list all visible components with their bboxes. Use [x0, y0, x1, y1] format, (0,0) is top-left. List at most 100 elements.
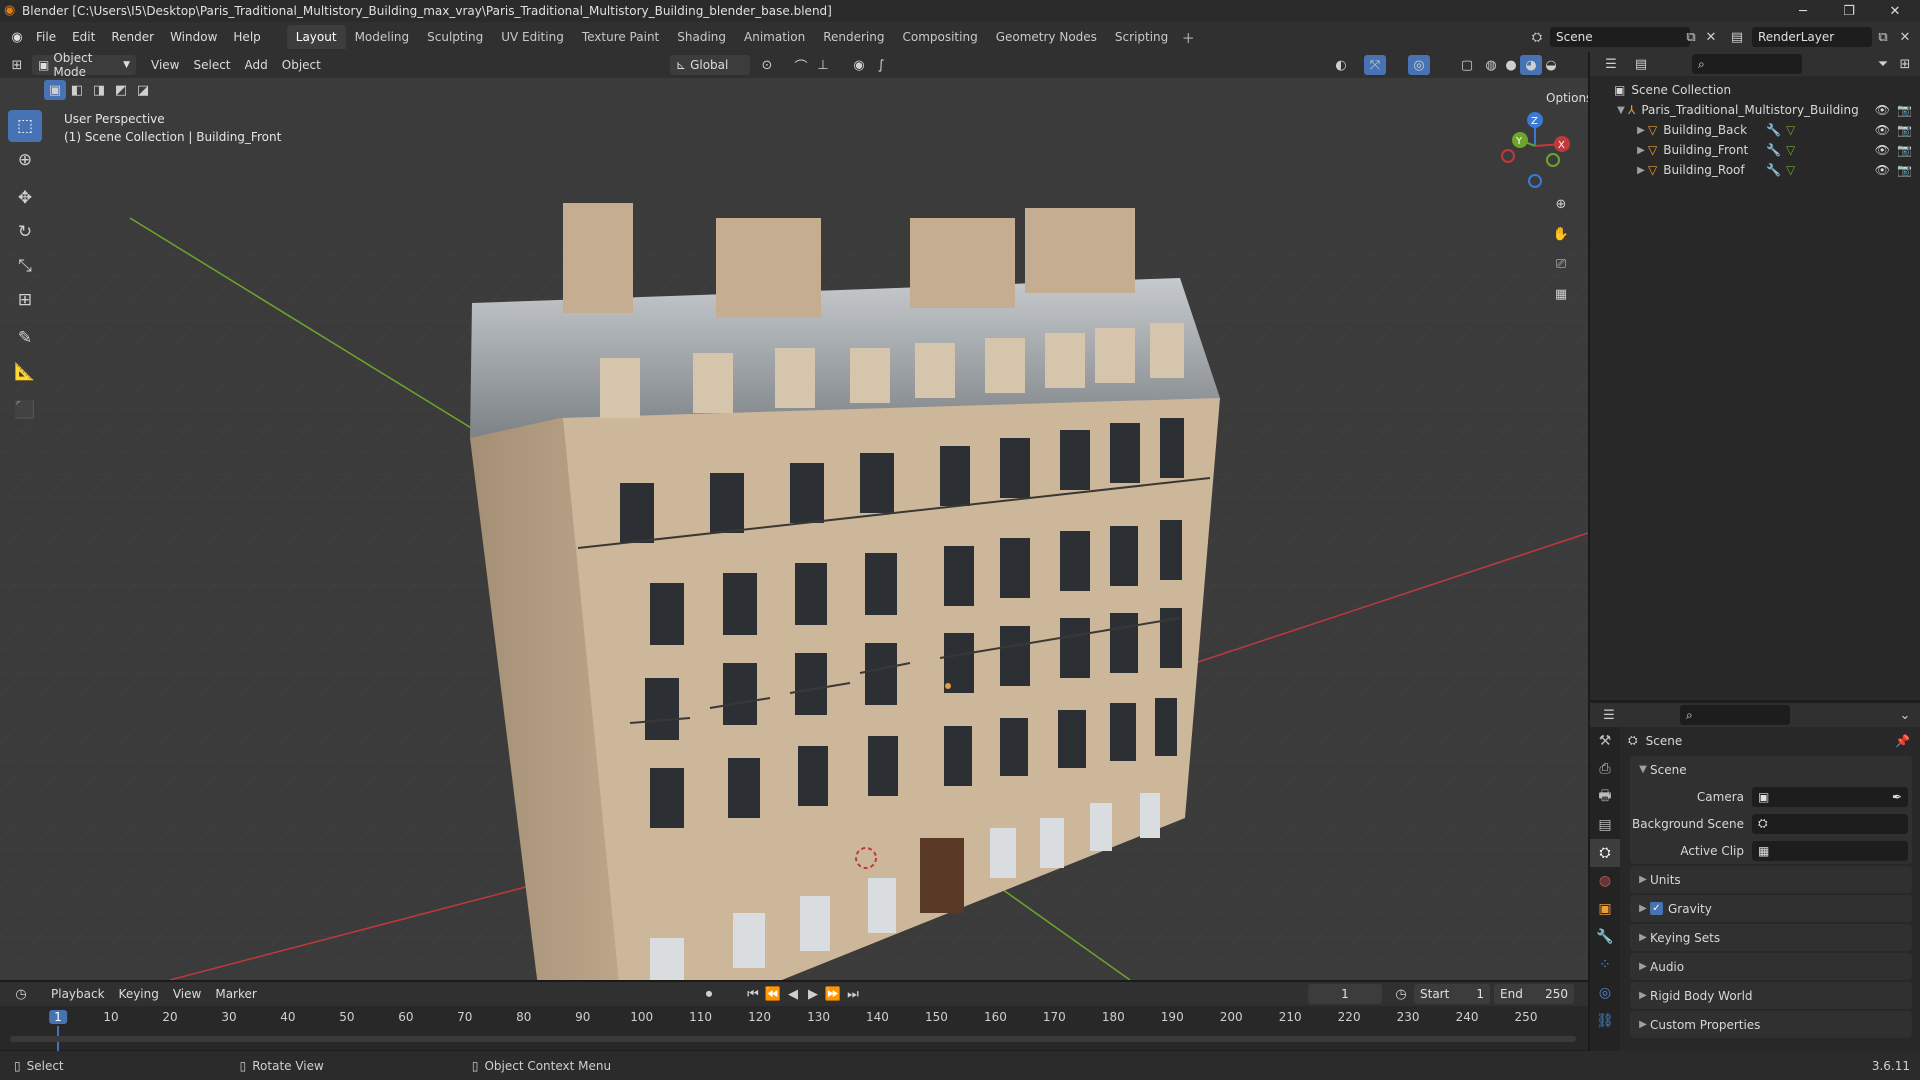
- tab-tool-icon[interactable]: ⚒: [1590, 727, 1620, 755]
- mesh-data-icon[interactable]: ▽: [1786, 143, 1795, 157]
- jump-start-icon[interactable]: ⏮: [742, 984, 764, 1004]
- tab-physics-icon[interactable]: ◎: [1590, 979, 1620, 1007]
- render-camera-icon[interactable]: 📷: [1897, 103, 1912, 117]
- outliner-row-scene-collection[interactable]: ▣ Scene Collection: [1590, 80, 1920, 100]
- gravity-section[interactable]: ▶ ✓ Gravity: [1630, 895, 1912, 922]
- tab-modeling[interactable]: Modeling: [346, 25, 419, 49]
- record-icon[interactable]: ⏺: [698, 984, 720, 1004]
- add-workspace-icon[interactable]: ＋: [1177, 27, 1199, 47]
- clock-icon[interactable]: ◷: [1390, 984, 1412, 1004]
- modifier-wrench-icon[interactable]: 🔧: [1766, 143, 1781, 157]
- pin-icon[interactable]: 📌: [1895, 734, 1910, 748]
- minimize-button[interactable]: ─: [1780, 0, 1826, 22]
- tab-modifier-icon[interactable]: 🔧: [1590, 923, 1620, 951]
- tab-scene-icon[interactable]: ⛭: [1590, 839, 1620, 867]
- transform-tool-icon[interactable]: ⊞: [8, 284, 42, 316]
- expand-chevron-icon[interactable]: ▶: [1634, 125, 1648, 136]
- menu-object[interactable]: Object: [275, 58, 328, 72]
- options-dropdown[interactable]: Options: [1538, 88, 1588, 108]
- properties-search-input[interactable]: ⌕: [1680, 705, 1790, 725]
- next-keyframe-icon[interactable]: ⏩: [822, 984, 844, 1004]
- background-scene-field[interactable]: ⛭: [1752, 813, 1908, 834]
- tab-compositing[interactable]: Compositing: [893, 25, 986, 49]
- render-camera-icon[interactable]: 📷: [1897, 143, 1912, 157]
- new-scene-icon[interactable]: ⧉: [1680, 27, 1702, 47]
- move-tool-icon[interactable]: ✥: [8, 182, 42, 214]
- building-door[interactable]: [920, 838, 964, 913]
- chevron-down-icon[interactable]: ⌄: [1894, 705, 1916, 725]
- tab-view-layer-icon[interactable]: ▤: [1590, 811, 1620, 839]
- outliner-editor-icon[interactable]: ☰: [1600, 54, 1622, 74]
- tab-particles-icon[interactable]: ⁘: [1590, 951, 1620, 979]
- eyedropper-icon[interactable]: ✒: [1892, 790, 1902, 804]
- select-new-icon[interactable]: ▣: [44, 80, 66, 100]
- new-view-layer-icon[interactable]: ⧉: [1872, 27, 1894, 47]
- play-icon[interactable]: ▶: [802, 984, 824, 1004]
- tab-scripting[interactable]: Scripting: [1106, 25, 1177, 49]
- annotate-tool-icon[interactable]: ✎: [8, 322, 42, 354]
- snap-target-icon[interactable]: ⊥: [812, 55, 834, 75]
- tab-render-icon[interactable]: ⎙: [1590, 755, 1620, 783]
- mode-dropdown[interactable]: ▣ Object Mode ▼: [32, 51, 136, 79]
- pan-hand-icon[interactable]: ✋: [1550, 224, 1572, 244]
- menu-playback[interactable]: Playback: [44, 987, 112, 1001]
- gravity-checkbox[interactable]: ✓: [1650, 902, 1663, 915]
- keying-sets-section[interactable]: ▶ Keying Sets: [1630, 924, 1912, 951]
- select-box-tool-icon[interactable]: ⬚: [8, 110, 42, 142]
- camera-field[interactable]: ▣ ✒: [1752, 786, 1908, 807]
- select-subtract-icon[interactable]: ◨: [88, 80, 110, 100]
- scene-subpanel-header[interactable]: ▼ Scene: [1630, 756, 1912, 783]
- tab-world-icon[interactable]: ◍: [1590, 867, 1620, 895]
- properties-editor-icon[interactable]: ☰: [1598, 705, 1620, 725]
- expand-chevron-icon[interactable]: ▶: [1634, 145, 1648, 156]
- expand-chevron-icon[interactable]: ▶: [1634, 165, 1648, 176]
- rendered-shading-icon[interactable]: ◒: [1540, 55, 1562, 75]
- filter-icon[interactable]: ⏷: [1872, 54, 1894, 74]
- editor-type-icon[interactable]: ⊞: [6, 55, 28, 75]
- modifier-wrench-icon[interactable]: 🔧: [1766, 123, 1781, 137]
- tab-uv-editing[interactable]: UV Editing: [492, 25, 573, 49]
- outliner-row-collection[interactable]: ▼ ⅄ Paris_Traditional_Multistory_Buildin…: [1590, 100, 1920, 120]
- visibility-eye-icon[interactable]: 👁: [1875, 143, 1890, 157]
- tab-constraints-icon[interactable]: ⛓: [1590, 1007, 1620, 1035]
- xray-icon[interactable]: ▢: [1456, 55, 1478, 75]
- scale-tool-icon[interactable]: ⤡: [8, 250, 42, 282]
- menu-file[interactable]: File: [28, 25, 64, 49]
- zoom-icon[interactable]: ⊕: [1550, 194, 1572, 214]
- outliner-row-building-roof[interactable]: ▶ ▽ Building_Roof 🔧 ▽ 👁 📷: [1590, 160, 1920, 180]
- tab-layout[interactable]: Layout: [286, 25, 346, 49]
- jump-end-icon[interactable]: ⏭: [842, 984, 864, 1004]
- render-camera-icon[interactable]: 📷: [1897, 163, 1912, 177]
- modifier-wrench-icon[interactable]: 🔧: [1766, 163, 1781, 177]
- view-layer-icon[interactable]: ▤: [1726, 27, 1748, 47]
- visibility-eye-icon[interactable]: 👁: [1875, 103, 1890, 117]
- falloff-icon[interactable]: ∫: [870, 55, 892, 75]
- frame-ruler[interactable]: 1 10 20 30 40 50 60 70 80 90 100 110 120 130 140 150 160…: [0, 1006, 1588, 1052]
- 3d-viewport[interactable]: Z X Y Options ⊕ ✋ ⎚ ▦: [0, 78, 1588, 980]
- menu-marker[interactable]: Marker: [208, 987, 263, 1001]
- renderlayer-field[interactable]: RenderLayer: [1752, 27, 1872, 47]
- timeline-scrollbar[interactable]: [10, 1036, 1576, 1042]
- tab-shading[interactable]: Shading: [668, 25, 735, 49]
- menu-timeline-view[interactable]: View: [166, 987, 208, 1001]
- menu-select[interactable]: Select: [186, 58, 237, 72]
- mesh-data-icon[interactable]: ▽: [1786, 163, 1795, 177]
- render-camera-icon[interactable]: 📷: [1897, 123, 1912, 137]
- timeline-editor-icon[interactable]: ◷: [10, 984, 32, 1004]
- expand-chevron-icon[interactable]: ▼: [1614, 105, 1628, 116]
- active-clip-field[interactable]: ▦: [1752, 840, 1908, 861]
- select-extend-icon[interactable]: ◧: [66, 80, 88, 100]
- menu-help[interactable]: Help: [225, 25, 268, 49]
- perspective-toggle-icon[interactable]: ▦: [1550, 284, 1572, 304]
- prev-keyframe-icon[interactable]: ⏪: [762, 984, 784, 1004]
- overlays-toggle-icon[interactable]: ◎: [1408, 55, 1430, 75]
- start-frame-field[interactable]: Start 1: [1414, 984, 1490, 1004]
- tab-geometry-nodes[interactable]: Geometry Nodes: [987, 25, 1106, 49]
- select-intersect-icon[interactable]: ◩: [110, 80, 132, 100]
- visibility-icon[interactable]: ◐: [1330, 55, 1352, 75]
- measure-tool-icon[interactable]: 📐: [8, 356, 42, 388]
- menu-render[interactable]: Render: [103, 25, 162, 49]
- cursor-tool-icon[interactable]: ⊕: [8, 144, 42, 176]
- display-mode-icon[interactable]: ▤: [1630, 54, 1652, 74]
- close-button[interactable]: ✕: [1872, 0, 1918, 22]
